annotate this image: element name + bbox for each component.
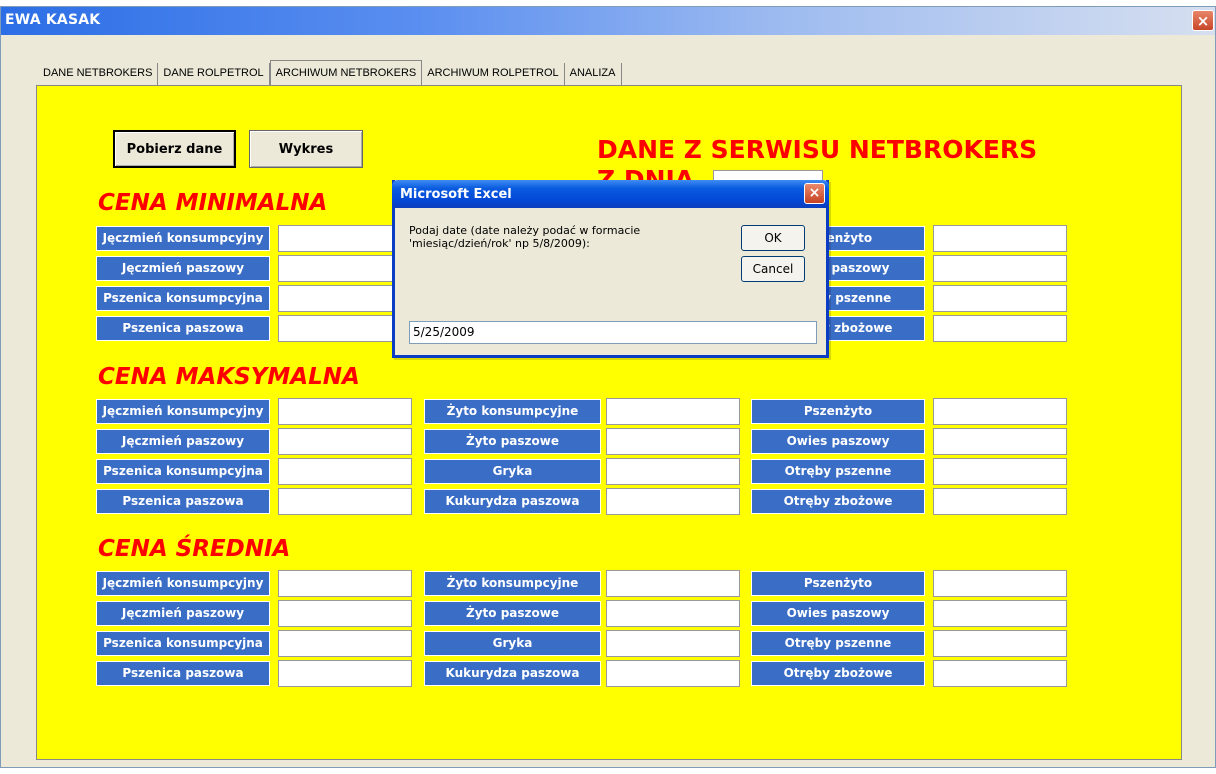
price-field-avg[interactable] xyxy=(606,600,740,627)
price-field-max[interactable] xyxy=(606,398,740,425)
price-label-min: Pszenica konsumpcyjna xyxy=(96,286,270,311)
section-title-min: CENA MINIMALNA xyxy=(98,190,328,216)
input-dialog: Microsoft Excel × Podaj date (date należ… xyxy=(392,180,829,358)
date-input[interactable]: 5/25/2009 xyxy=(409,321,817,344)
pobierz-dane-button[interactable]: Pobierz dane xyxy=(113,130,236,168)
price-field-max[interactable] xyxy=(933,428,1067,455)
price-field-avg[interactable] xyxy=(933,600,1067,627)
wykres-button[interactable]: Wykres xyxy=(249,130,363,168)
cancel-button[interactable]: Cancel xyxy=(741,256,805,282)
price-label-avg: Pszenica paszowa xyxy=(96,661,270,686)
price-field-avg[interactable] xyxy=(606,630,740,657)
section-title-avg: CENA ŚREDNIA xyxy=(98,536,291,562)
price-field-avg[interactable] xyxy=(933,660,1067,687)
price-label-min: Jęczmień paszowy xyxy=(96,256,270,281)
price-field-min[interactable] xyxy=(933,315,1067,342)
price-label-avg: Żyto konsumpcyjne xyxy=(424,571,601,596)
price-label-max: Jęczmień konsumpcyjny xyxy=(96,399,270,424)
price-label-avg: Kukurydza paszowa xyxy=(424,661,601,686)
price-field-avg[interactable] xyxy=(606,660,740,687)
price-label-avg: Pszenżyto xyxy=(751,571,925,596)
price-label-max: Jęczmień paszowy xyxy=(96,429,270,454)
tab-strip: DANE NETBROKERS DANE ROLPETROL ARCHIWUM … xyxy=(38,60,622,89)
tab-archiwum-rolpetrol[interactable]: ARCHIWUM ROLPETROL xyxy=(422,63,565,85)
price-label-avg: Jęczmień paszowy xyxy=(96,601,270,626)
price-label-max: Otręby zbożowe xyxy=(751,489,925,514)
price-label-max: Gryka xyxy=(424,459,601,484)
tab-dane-netbrokers[interactable]: DANE NETBROKERS xyxy=(38,63,159,85)
price-label-avg: Pszenica konsumpcyjna xyxy=(96,631,270,656)
price-label-max: Pszenżyto xyxy=(751,399,925,424)
price-label-max: Pszenica konsumpcyjna xyxy=(96,459,270,484)
tab-dane-rolpetrol[interactable]: DANE ROLPETROL xyxy=(158,63,270,85)
price-label-max: Żyto konsumpcyjne xyxy=(424,399,601,424)
ok-button[interactable]: OK xyxy=(741,225,805,251)
price-label-avg: Gryka xyxy=(424,631,601,656)
price-field-avg[interactable] xyxy=(933,630,1067,657)
window-close-icon[interactable]: × xyxy=(1192,10,1214,31)
window-titlebar: EWA KASAK xyxy=(1,7,1215,35)
price-label-min: Jęczmień konsumpcyjny xyxy=(96,226,270,251)
price-field-max[interactable] xyxy=(606,428,740,455)
price-label-max: Owies paszowy xyxy=(751,429,925,454)
price-field-max[interactable] xyxy=(933,458,1067,485)
price-label-avg: Owies paszowy xyxy=(751,601,925,626)
price-field-avg[interactable] xyxy=(278,570,412,597)
price-field-avg[interactable] xyxy=(933,570,1067,597)
price-label-avg: Otręby zbożowe xyxy=(751,661,925,686)
price-field-avg[interactable] xyxy=(606,570,740,597)
price-field-min[interactable] xyxy=(933,225,1067,252)
price-label-max: Otręby pszenne xyxy=(751,459,925,484)
price-field-avg[interactable] xyxy=(278,660,412,687)
window-title: EWA KASAK xyxy=(5,12,101,28)
price-label-max: Żyto paszowe xyxy=(424,429,601,454)
dialog-message: Podaj date (date należy podać w formacie… xyxy=(409,224,641,250)
price-field-max[interactable] xyxy=(278,458,412,485)
dialog-titlebar: Microsoft Excel × xyxy=(392,180,829,208)
price-field-max[interactable] xyxy=(278,398,412,425)
tab-analiza[interactable]: ANALIZA xyxy=(565,63,622,85)
price-field-min[interactable] xyxy=(933,255,1067,282)
price-field-max[interactable] xyxy=(606,488,740,515)
price-label-min: Pszenica paszowa xyxy=(96,316,270,341)
price-field-max[interactable] xyxy=(278,428,412,455)
dialog-close-icon[interactable]: × xyxy=(804,183,825,204)
price-label-avg: Żyto paszowe xyxy=(424,601,601,626)
price-field-min[interactable] xyxy=(933,285,1067,312)
price-label-avg: Otręby pszenne xyxy=(751,631,925,656)
dialog-title: Microsoft Excel xyxy=(400,187,512,202)
price-field-avg[interactable] xyxy=(278,630,412,657)
price-label-max: Pszenica paszowa xyxy=(96,489,270,514)
price-field-max[interactable] xyxy=(933,488,1067,515)
section-title-max: CENA MAKSYMALNA xyxy=(98,364,360,390)
price-label-avg: Jęczmień konsumpcyjny xyxy=(96,571,270,596)
price-label-max: Kukurydza paszowa xyxy=(424,489,601,514)
price-field-max[interactable] xyxy=(933,398,1067,425)
price-field-max[interactable] xyxy=(606,458,740,485)
price-field-avg[interactable] xyxy=(278,600,412,627)
page-title: DANE Z SERWISU NETBROKERS xyxy=(597,135,1038,164)
price-field-max[interactable] xyxy=(278,488,412,515)
